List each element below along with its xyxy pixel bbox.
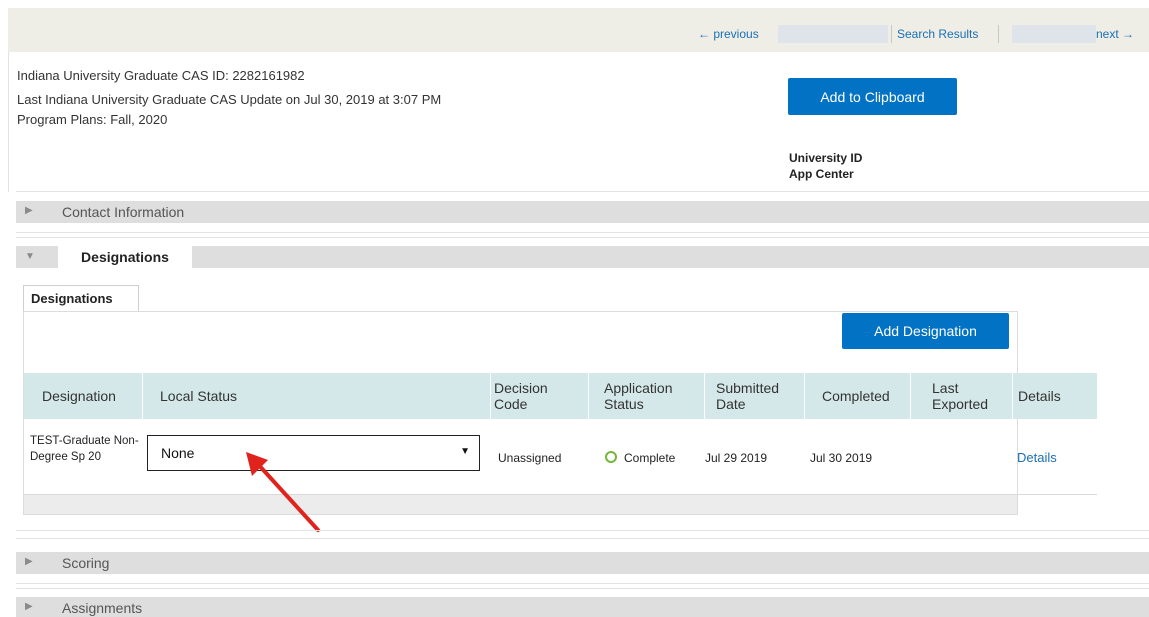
last-update-text: Last Indiana University Graduate CAS Upd… bbox=[17, 92, 442, 107]
previous-record-blurred bbox=[778, 25, 888, 43]
divider bbox=[16, 191, 1149, 192]
column-completed[interactable]: Completed bbox=[822, 373, 890, 419]
designation-name: TEST-Graduate Non-Degree Sp 20 bbox=[30, 435, 139, 463]
column-decision-code-line1: Decision bbox=[494, 380, 548, 396]
triangle-right-icon: ▶ bbox=[25, 556, 33, 567]
contact-information-section[interactable]: ▶ Contact Information bbox=[16, 201, 1149, 223]
divider bbox=[16, 530, 1149, 531]
scoring-section[interactable]: ▶ Scoring bbox=[16, 552, 1149, 574]
column-separator bbox=[142, 373, 143, 419]
cas-id-text: Indiana University Graduate CAS ID: 2282… bbox=[17, 68, 305, 83]
designations-section-tab[interactable]: Designations bbox=[58, 245, 192, 269]
divider bbox=[16, 232, 1149, 233]
column-last-exported-line2: Exported bbox=[932, 396, 989, 412]
application-status-value: Complete bbox=[624, 451, 676, 465]
column-separator bbox=[490, 373, 491, 419]
status-ring-icon bbox=[605, 451, 617, 463]
contact-information-label: Contact Information bbox=[62, 204, 185, 220]
column-details[interactable]: Details bbox=[1018, 373, 1061, 419]
local-status-value: None bbox=[161, 445, 195, 461]
column-submitted-date[interactable]: Submitted Date bbox=[716, 373, 779, 419]
column-local-status[interactable]: Local Status bbox=[160, 373, 237, 419]
assignments-label: Assignments bbox=[62, 600, 143, 616]
column-application-status[interactable]: Application Status bbox=[604, 373, 673, 419]
assignments-section[interactable]: ▶ Assignments bbox=[16, 597, 1149, 617]
divider bbox=[16, 237, 1149, 238]
divider bbox=[16, 538, 1149, 539]
triangle-down-icon: ▼ bbox=[25, 251, 35, 262]
university-id-label: University ID bbox=[789, 151, 863, 165]
divider bbox=[16, 583, 1149, 584]
next-link[interactable]: next → bbox=[1096, 27, 1134, 41]
triangle-right-icon: ▶ bbox=[25, 601, 33, 612]
column-application-status-line2: Status bbox=[604, 396, 644, 412]
column-last-exported-line1: Last bbox=[932, 380, 959, 396]
scoring-label: Scoring bbox=[62, 555, 110, 571]
previous-link[interactable]: ← previous bbox=[698, 27, 759, 41]
column-separator bbox=[910, 373, 911, 419]
applicant-info-panel: Indiana University Graduate CAS ID: 2282… bbox=[8, 52, 1149, 192]
decision-code-value: Unassigned bbox=[498, 451, 562, 465]
next-record-blurred bbox=[1012, 25, 1096, 43]
column-application-status-line1: Application bbox=[604, 380, 673, 396]
record-navigation-bar: ← previous Search Results next → bbox=[8, 8, 1149, 52]
column-decision-code[interactable]: Decision Code bbox=[494, 373, 548, 419]
column-submitted-date-line2: Date bbox=[716, 396, 746, 412]
add-designation-button[interactable]: Add Designation bbox=[842, 313, 1009, 349]
red-arrow-icon bbox=[246, 452, 320, 532]
app-center-label: App Center bbox=[789, 167, 854, 181]
column-separator bbox=[588, 373, 589, 419]
nav-separator bbox=[891, 25, 892, 43]
submitted-date-value: Jul 29 2019 bbox=[705, 451, 768, 465]
designations-inner-tab[interactable]: Designations bbox=[23, 285, 139, 312]
add-to-clipboard-button[interactable]: Add to Clipboard bbox=[788, 78, 957, 115]
column-decision-code-line2: Code bbox=[494, 396, 528, 412]
program-plans-text: Program Plans: Fall, 2020 bbox=[17, 112, 168, 127]
caret-down-icon: ▼ bbox=[460, 446, 470, 457]
designations-table-header: Designation Local Status Decision Code A… bbox=[24, 373, 1097, 419]
column-last-exported[interactable]: Last Exported bbox=[932, 373, 988, 419]
column-separator bbox=[704, 373, 705, 419]
column-submitted-date-line1: Submitted bbox=[716, 380, 780, 396]
divider bbox=[16, 588, 1149, 589]
nav-separator bbox=[998, 25, 999, 43]
table-footer bbox=[24, 495, 1017, 514]
column-separator bbox=[804, 373, 805, 419]
details-link[interactable]: Details bbox=[1017, 450, 1057, 465]
search-results-link[interactable]: Search Results bbox=[897, 27, 978, 41]
completed-date-value: Jul 30 2019 bbox=[810, 451, 873, 465]
column-designation[interactable]: Designation bbox=[42, 373, 116, 419]
column-separator bbox=[1012, 373, 1013, 419]
triangle-right-icon: ▶ bbox=[25, 205, 33, 216]
